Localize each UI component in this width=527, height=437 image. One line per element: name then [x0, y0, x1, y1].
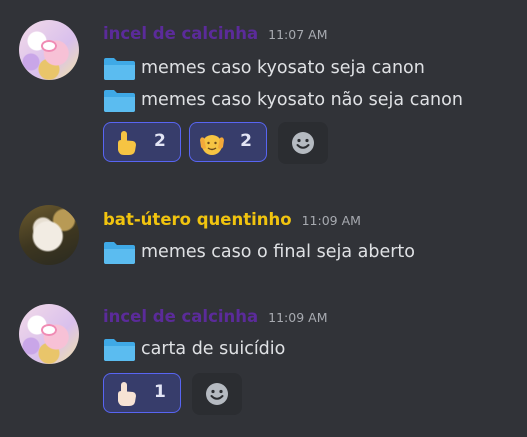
- timestamp[interactable]: 11:07 AM: [268, 27, 327, 42]
- reaction-pointing-up[interactable]: 1: [103, 373, 181, 413]
- message-group: bat-útero quentinho 11:09 AM memes caso o…: [0, 205, 527, 275]
- reaction-count: 2: [240, 131, 252, 151]
- timestamp[interactable]: 11:09 AM: [268, 310, 327, 325]
- message-text: memes caso kyosato seja canon: [141, 58, 425, 78]
- message-line: memes caso kyosato não seja canon: [103, 88, 463, 114]
- folder-icon: [104, 90, 135, 112]
- reaction-raised-hands-face[interactable]: 2: [189, 122, 268, 162]
- username[interactable]: incel de calcinha: [103, 307, 258, 326]
- message-line: carta de suicídio: [103, 337, 285, 363]
- timestamp[interactable]: 11:09 AM: [302, 213, 361, 228]
- folder-icon: [104, 242, 135, 264]
- username[interactable]: bat-útero quentinho: [103, 210, 292, 229]
- username[interactable]: incel de calcinha: [103, 24, 258, 43]
- message-group: incel de calcinha 11:09 AM carta de suicí…: [0, 302, 527, 422]
- pointing-up-icon: [118, 382, 136, 406]
- pointing-up-icon: [118, 131, 136, 155]
- smile-icon: [292, 132, 315, 154]
- user-avatar[interactable]: [19, 304, 79, 364]
- add-reaction-button[interactable]: [278, 122, 329, 164]
- message-group: incel de calcinha 11:07 AM memes caso kyo…: [0, 18, 527, 168]
- message-text: memes caso o final seja aberto: [141, 242, 415, 262]
- user-avatar[interactable]: [19, 20, 79, 80]
- reactions-bar: 1: [103, 373, 243, 415]
- add-reaction-button[interactable]: [192, 373, 243, 415]
- message-line: memes caso kyosato seja canon: [103, 56, 425, 82]
- face-with-raised-hands-icon: [200, 135, 225, 155]
- user-avatar[interactable]: [19, 205, 79, 265]
- message-header: bat-útero quentinho 11:09 AM: [103, 210, 361, 234]
- message-text: carta de suicídio: [141, 339, 286, 359]
- reactions-bar: 2 2: [103, 122, 329, 164]
- message-header: incel de calcinha 11:09 AM: [103, 307, 328, 331]
- reaction-pointing-up[interactable]: 2: [103, 122, 181, 162]
- folder-icon: [104, 339, 135, 361]
- message-header: incel de calcinha 11:07 AM: [103, 24, 328, 48]
- message-line: memes caso o final seja aberto: [103, 240, 415, 266]
- folder-icon: [104, 58, 135, 80]
- message-text: memes caso kyosato não seja canon: [141, 90, 463, 110]
- reaction-count: 2: [154, 131, 166, 151]
- smile-icon: [206, 383, 229, 405]
- reaction-count: 1: [154, 382, 166, 402]
